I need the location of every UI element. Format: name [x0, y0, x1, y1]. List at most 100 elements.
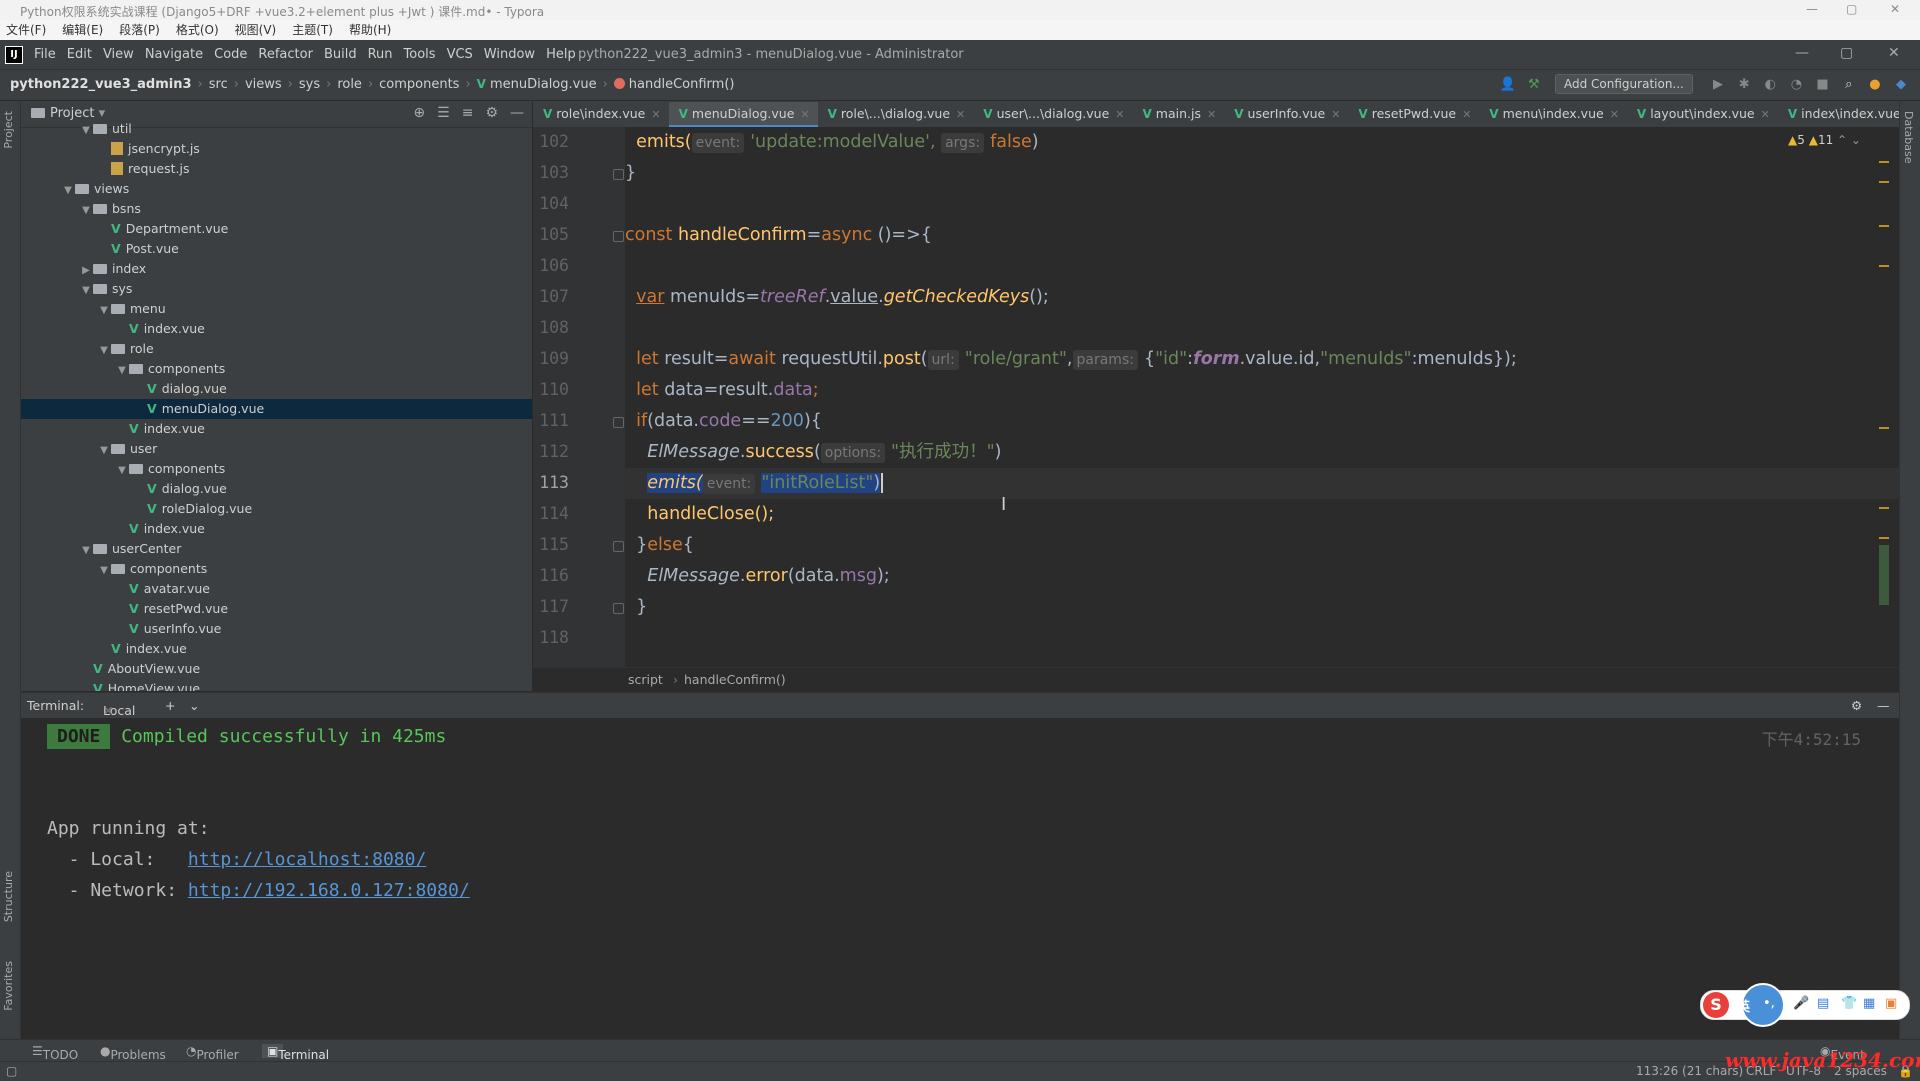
user-icon[interactable]: 👤 — [1499, 77, 1517, 92]
tree-item[interactable]: VuserInfo.vue — [21, 619, 532, 639]
code-editor[interactable]: 102 103 104 105 106 107 108 109 110 111 112 113 114 1… — [533, 127, 1899, 667]
close-tab-icon[interactable]: ✕ — [1761, 108, 1770, 121]
profile-icon[interactable]: ◔ — [1787, 77, 1805, 92]
breadcrumb-project[interactable]: python222_vue3_admin3 — [10, 77, 192, 92]
terminal-dropdown-icon[interactable]: ⌄ — [189, 698, 199, 713]
tree-item[interactable]: ▼ user — [21, 439, 532, 459]
tree-item[interactable]: Vindex.vue — [21, 319, 532, 339]
chevron-right-icon[interactable]: ▶ — [79, 261, 93, 281]
chevron-down-icon[interactable]: ▼ — [97, 441, 111, 461]
tree-item[interactable]: ▼ bsns — [21, 199, 532, 219]
skin-icon[interactable]: 👕 — [1841, 996, 1857, 1011]
tree-item[interactable]: jsencrypt.js — [21, 139, 532, 159]
tree-item[interactable]: request.js — [21, 159, 532, 179]
tree-item[interactable]: ▼ role — [21, 339, 532, 359]
jetbrains-toolbox-icon[interactable]: ◆ — [1892, 77, 1910, 92]
project-tool-tab[interactable]: Project — [2, 111, 15, 149]
close-tab-icon[interactable]: ✕ — [1610, 108, 1619, 121]
typora-menu-help[interactable]: 帮助(H) — [349, 20, 391, 40]
toolbox-icon[interactable]: ▦ — [1863, 996, 1875, 1011]
minimize-icon[interactable]: — — [1806, 2, 1818, 16]
editor-tab[interactable]: VresetPwd.vue ✕ — [1348, 101, 1479, 127]
tree-item[interactable]: V AboutView.vue — [21, 659, 532, 679]
breadcrumb-file[interactable]: menuDialog.vue — [490, 77, 597, 92]
editor-tab[interactable]: Vrole\...\dialog.vue ✕ — [818, 101, 974, 127]
terminal-tab[interactable]: ▣ Terminal — [262, 1044, 329, 1062]
tree-item[interactable]: Vindex.vue — [21, 419, 532, 439]
tree-item[interactable]: Vavatar.vue — [21, 579, 532, 599]
run-icon[interactable]: ▶ — [1709, 77, 1727, 92]
debug-icon[interactable]: ✱ — [1735, 77, 1753, 92]
chevron-down-icon[interactable]: ▼ — [79, 541, 93, 561]
stop-icon[interactable]: ■ — [1814, 77, 1832, 92]
menu-refactor[interactable]: Refactor — [258, 47, 313, 62]
tree-item[interactable]: Vindex.vue — [21, 639, 532, 659]
problems-tab[interactable]: ● Problems — [100, 1044, 166, 1062]
menu-edit[interactable]: Edit — [67, 47, 92, 62]
ide-close-icon[interactable]: ✕ — [1888, 45, 1900, 61]
breadcrumb-src[interactable]: src — [209, 77, 228, 92]
tree-item[interactable]: ▼ views — [21, 179, 532, 199]
fold-marker-icon[interactable] — [613, 603, 624, 614]
menu-code[interactable]: Code — [214, 47, 247, 62]
tree-item[interactable]: VmenuDialog.vue — [21, 399, 532, 419]
menu-run[interactable]: Run — [368, 47, 393, 62]
chevron-down-icon[interactable]: ▼ — [79, 201, 93, 221]
ide-maximize-icon[interactable]: ▢ — [1840, 45, 1853, 61]
chevron-down-icon[interactable]: ▼ — [97, 301, 111, 321]
structure-tool-tab[interactable]: Structure — [2, 871, 15, 922]
tree-item[interactable]: ▼ components — [21, 559, 532, 579]
tree-item[interactable]: ▼ menu — [21, 299, 532, 319]
editor-tab[interactable]: Vindex\index.vue✕ — [1778, 101, 1899, 127]
fold-marker-icon[interactable] — [613, 231, 624, 242]
tree-item[interactable]: V Post.vue — [21, 239, 532, 259]
menu-vcs[interactable]: VCS — [447, 47, 473, 62]
tree-item[interactable]: ▼ util — [21, 119, 532, 139]
close-tab-icon[interactable]: ✕ — [800, 108, 809, 121]
breadcrumb-role[interactable]: role — [337, 77, 362, 92]
tree-item[interactable]: ▶ index — [21, 259, 532, 279]
breadcrumb-sys[interactable]: sys — [299, 77, 320, 92]
tree-item[interactable]: ▼ userCenter — [21, 539, 532, 559]
typora-menu-edit[interactable]: 编辑(E) — [62, 20, 103, 40]
chevron-down-icon[interactable]: ▼ — [79, 281, 93, 301]
local-url-link[interactable]: http://localhost:8080/ — [188, 849, 426, 870]
layout-icon[interactable]: ▢ — [6, 1064, 17, 1078]
chevron-down-icon[interactable]: ▼ — [79, 121, 93, 141]
close-tab-icon[interactable]: ✕ — [1207, 108, 1216, 121]
typora-menu-file[interactable]: 文件(F) — [6, 20, 46, 40]
editor-breadcrumb-script[interactable]: script — [628, 672, 663, 687]
breadcrumb-components[interactable]: components — [379, 77, 459, 92]
terminal-hide-icon[interactable]: — — [1877, 698, 1890, 713]
menu-window[interactable]: Window — [484, 47, 535, 62]
keyboard-icon[interactable]: ▤ — [1817, 996, 1829, 1011]
search-icon[interactable]: ⌕ — [1840, 77, 1858, 92]
database-tool-tab[interactable]: Database — [1902, 111, 1915, 164]
tree-item[interactable]: ▼ sys — [21, 279, 532, 299]
menu-build[interactable]: Build — [324, 47, 357, 62]
close-tab-icon[interactable]: ✕ — [651, 108, 660, 121]
close-icon[interactable]: ✕ — [1890, 2, 1900, 16]
maximize-icon[interactable]: ▢ — [1846, 2, 1857, 16]
editor-tab[interactable]: VuserInfo.vue ✕ — [1224, 101, 1348, 127]
menu-tools[interactable]: Tools — [404, 47, 436, 62]
editor-breadcrumb-function[interactable]: handleConfirm() — [684, 672, 786, 687]
typora-menu-view[interactable]: 视图(V) — [235, 20, 277, 40]
ime-toolbar[interactable]: S 英 •, 🎤 ▤ 👕 ▦ ▣ — [1700, 983, 1910, 1027]
menu-file[interactable]: File — [34, 47, 56, 62]
close-tab-icon[interactable]: ✕ — [956, 108, 965, 121]
editor-tab[interactable]: Vuser\...\dialog.vue ✕ — [973, 101, 1132, 127]
chevron-down-icon[interactable]: ▼ — [61, 181, 75, 201]
chevron-down-icon[interactable]: ▼ — [115, 461, 129, 481]
menu-help[interactable]: Help — [546, 47, 576, 62]
editor-tab[interactable]: Vmenu\index.vue ✕ — [1479, 101, 1627, 127]
ime-menu-icon[interactable]: ▣ — [1885, 996, 1897, 1011]
chevron-down-icon[interactable]: ▼ — [97, 341, 111, 361]
tree-item[interactable]: Vindex.vue — [21, 519, 532, 539]
chevron-down-icon[interactable]: ▼ — [115, 361, 129, 381]
close-tab-icon[interactable]: ✕ — [1331, 108, 1340, 121]
terminal-output[interactable]: DONE Compiled successfully in 425ms 下午4:… — [21, 718, 1899, 1036]
chevron-down-icon[interactable]: ▼ — [97, 561, 111, 581]
microphone-icon[interactable]: 🎤 — [1793, 996, 1809, 1011]
new-terminal-icon[interactable]: + — [165, 698, 175, 713]
